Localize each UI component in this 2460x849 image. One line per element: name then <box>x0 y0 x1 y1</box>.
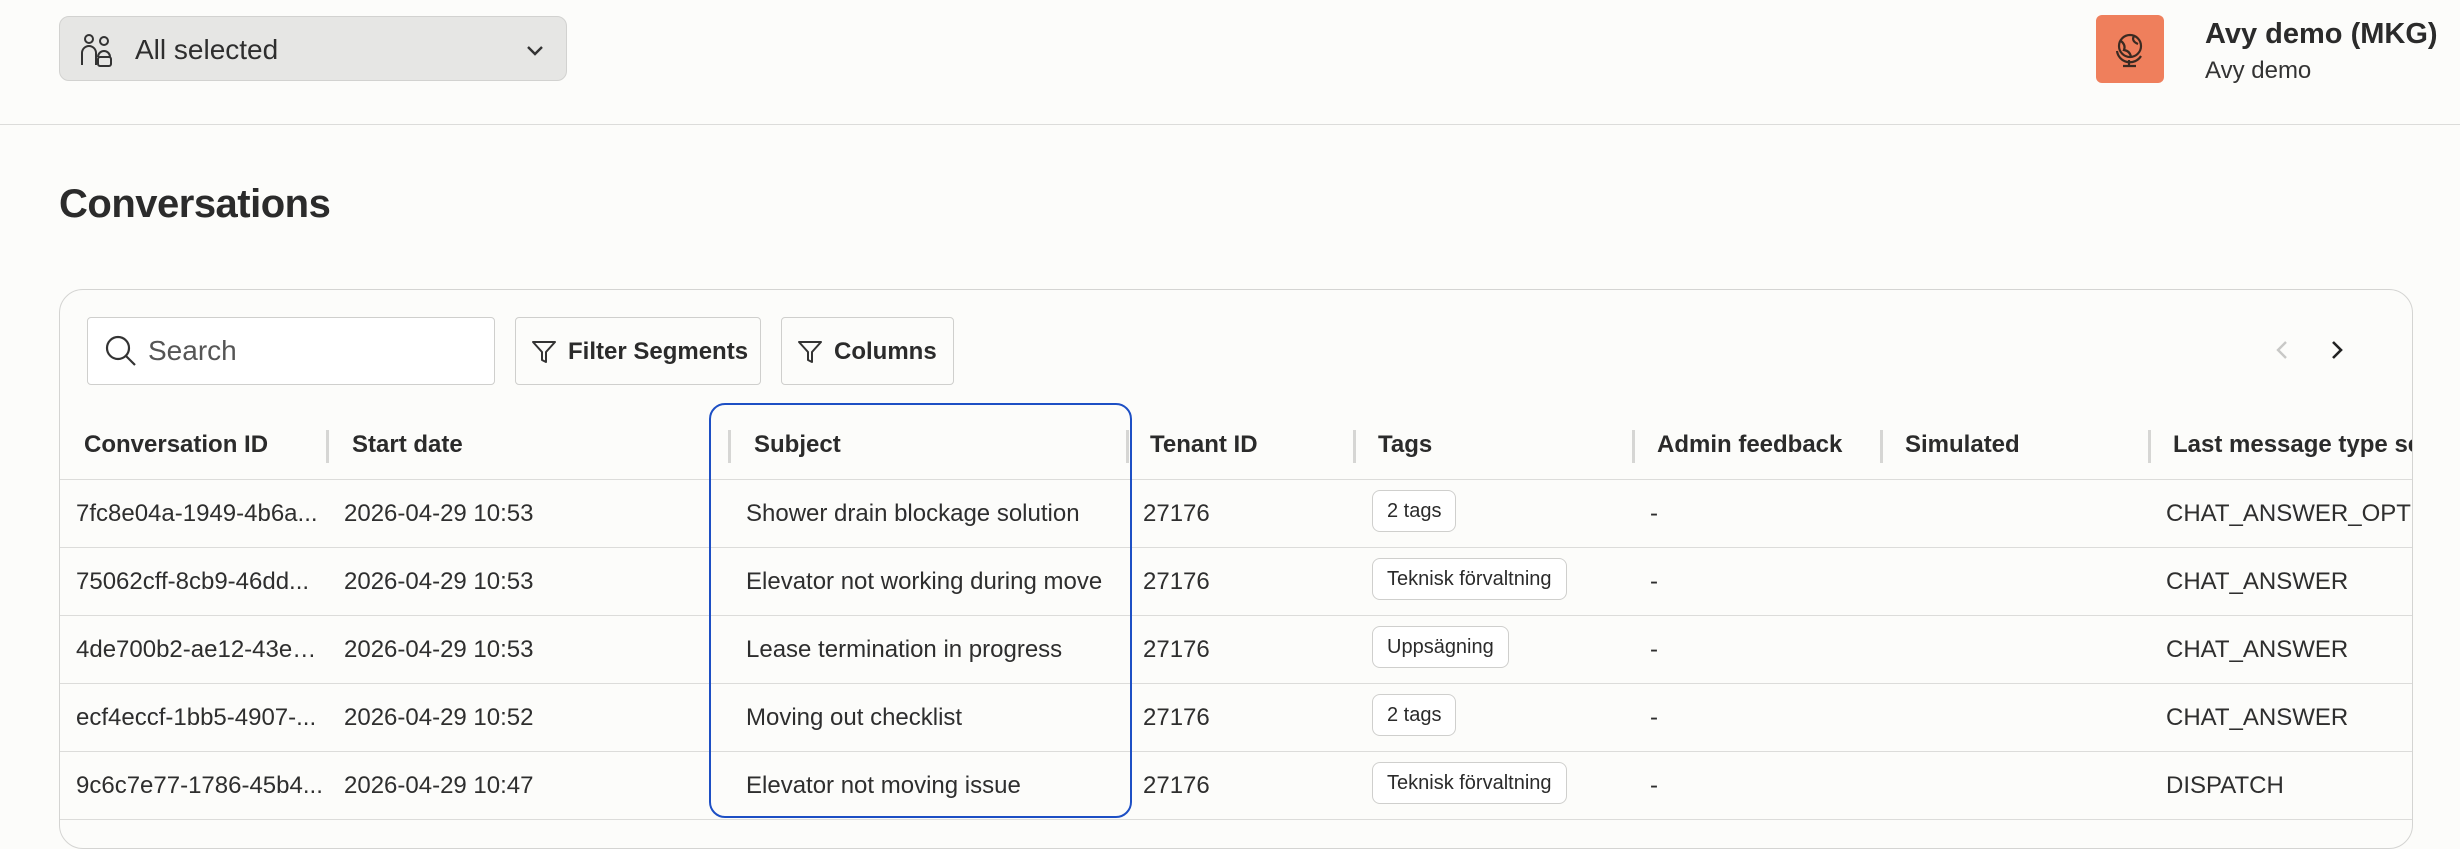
filter-icon <box>798 341 822 363</box>
cell-admin-feedback: - <box>1650 704 1658 731</box>
cell-subject: Elevator not working during move <box>746 568 1103 595</box>
columns-button[interactable]: Columns <box>781 317 954 385</box>
columns-label: Columns <box>834 338 937 365</box>
column-divider[interactable] <box>1126 430 1129 463</box>
tag-badge[interactable]: Teknisk förvaltning <box>1372 762 1567 804</box>
column-header-tags[interactable]: Tags <box>1378 431 1432 459</box>
cell-admin-feedback: - <box>1650 568 1658 595</box>
cell-tenant-id: 27176 <box>1143 568 1210 595</box>
page-title: Conversations <box>59 182 331 226</box>
org-subtitle: Avy demo <box>2205 57 2312 84</box>
row-divider <box>60 615 2412 616</box>
row-divider <box>60 751 2412 752</box>
column-header-start-date[interactable]: Start date <box>352 431 463 459</box>
cell-tenant-id: 27176 <box>1143 636 1210 663</box>
org-logo[interactable] <box>2096 15 2164 83</box>
search-input[interactable] <box>146 330 480 372</box>
column-divider[interactable] <box>1880 430 1883 463</box>
cell-last-message-type: CHAT_ANSWER_OPTIO <box>2166 500 2413 527</box>
org-name: Avy demo (MKG) <box>2205 18 2438 50</box>
header-divider <box>60 479 2412 480</box>
cell-start-date: 2026-04-29 10:53 <box>344 568 534 595</box>
column-header-last-message-type[interactable]: Last message type se <box>2173 431 2412 459</box>
row-divider <box>60 683 2412 684</box>
cell-conversation-id: 7fc8e04a-1949-4b6a... <box>76 500 318 527</box>
cell-last-message-type: CHAT_ANSWER <box>2166 704 2349 731</box>
tag-badge[interactable]: Teknisk förvaltning <box>1372 558 1567 600</box>
cell-tenant-id: 27176 <box>1143 772 1210 799</box>
tag-badge[interactable]: 2 tags <box>1372 694 1457 736</box>
cell-last-message-type: CHAT_ANSWER <box>2166 636 2349 663</box>
globe-icon <box>2115 33 2143 68</box>
cell-admin-feedback: - <box>1650 772 1658 799</box>
segment-select[interactable]: All selected <box>59 16 567 81</box>
column-header-simulated[interactable]: Simulated <box>1905 431 2020 459</box>
tag-badge[interactable]: 2 tags <box>1372 490 1457 532</box>
people-group-icon <box>81 34 112 67</box>
cell-subject: Moving out checklist <box>746 704 963 731</box>
cell-conversation-id: ecf4eccf-1bb5-4907-... <box>76 704 317 731</box>
column-divider[interactable] <box>728 430 731 463</box>
segment-select-value: All selected <box>135 34 279 65</box>
cell-conversation-id: 4de700b2-ae12-43e1... <box>76 636 324 663</box>
cell-conversation-id: 9c6c7e77-1786-45b4... <box>76 772 323 799</box>
cell-admin-feedback: - <box>1650 500 1658 527</box>
cell-last-message-type: DISPATCH <box>2166 772 2284 799</box>
column-divider[interactable] <box>2148 430 2151 463</box>
cell-start-date: 2026-04-29 10:53 <box>344 500 534 527</box>
chevron-down-icon <box>527 46 543 56</box>
column-header-admin-feedback[interactable]: Admin feedback <box>1657 431 1842 459</box>
cell-last-message-type: CHAT_ANSWER <box>2166 568 2349 595</box>
chevron-left-icon[interactable] <box>2265 332 2301 368</box>
conversations-table-card: Filter Segments Columns Conversation ID … <box>59 289 2413 849</box>
cell-tenant-id: 27176 <box>1143 704 1210 731</box>
top-bar: All selected Avy demo (MKG) Avy demo <box>0 0 2460 125</box>
cell-admin-feedback: - <box>1650 636 1658 663</box>
column-divider[interactable] <box>1353 430 1356 463</box>
cell-start-date: 2026-04-29 10:52 <box>344 704 534 731</box>
cell-start-date: 2026-04-29 10:53 <box>344 636 534 663</box>
column-header-tenant-id[interactable]: Tenant ID <box>1150 431 1258 459</box>
cell-subject: Elevator not moving issue <box>746 772 1021 799</box>
column-divider[interactable] <box>1632 430 1635 463</box>
cell-start-date: 2026-04-29 10:47 <box>344 772 534 799</box>
row-divider <box>60 819 2412 820</box>
column-header-subject[interactable]: Subject <box>754 431 841 459</box>
cell-tenant-id: 27176 <box>1143 500 1210 527</box>
row-divider <box>60 547 2412 548</box>
filter-segments-label: Filter Segments <box>568 338 749 365</box>
chevron-right-icon[interactable] <box>2318 332 2354 368</box>
cell-subject: Lease termination in progress <box>746 636 1063 663</box>
search-box[interactable] <box>87 317 495 385</box>
cell-subject: Shower drain blockage solution <box>746 500 1080 527</box>
filter-segments-button[interactable]: Filter Segments <box>515 317 761 385</box>
column-divider[interactable] <box>326 430 329 463</box>
search-icon <box>105 335 136 366</box>
cell-conversation-id: 75062cff-8cb9-46dd... <box>76 568 310 595</box>
column-header-conversation-id[interactable]: Conversation ID <box>84 431 268 459</box>
filter-icon <box>532 341 556 363</box>
tag-badge[interactable]: Uppsägning <box>1372 626 1509 668</box>
